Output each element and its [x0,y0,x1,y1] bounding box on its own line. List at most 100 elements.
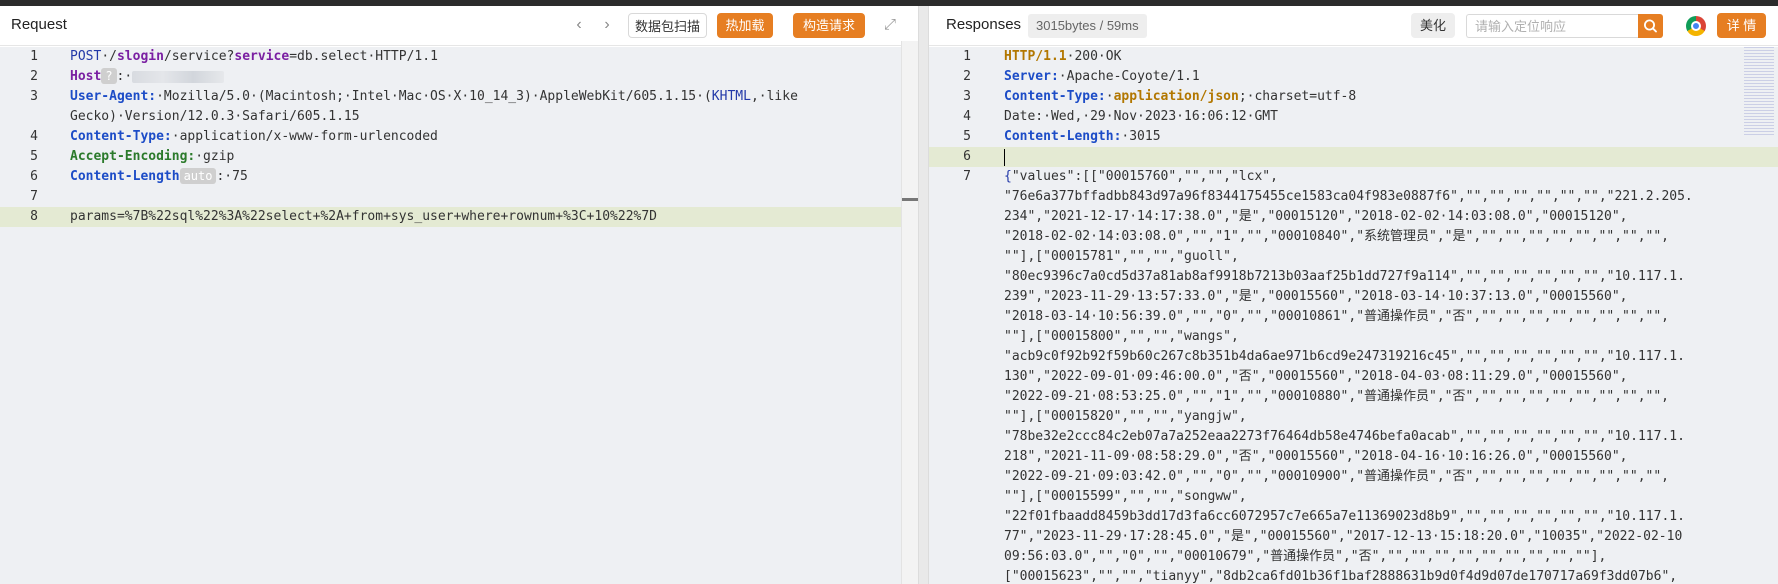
code-line[interactable]: 130","2022-09-01·09:46:00.0","否","000155… [929,367,1778,387]
code-line[interactable]: 4 Content-Type:·application/x-www-form-ur… [0,127,918,147]
code-line[interactable]: 218","2021-11-09·08:58:29.0","否","000155… [929,447,1778,467]
code-line[interactable]: "76e6a377bffadbb843d97a96f8344175455ce15… [929,187,1778,207]
code-token: ""],["00015781","","","guoll", [1004,249,1239,264]
code-line[interactable]: 2 Server:·Apache-Coyote/1.1 [929,67,1778,87]
code-line[interactable]: 1 HTTP/1.1·200·OK [929,47,1778,67]
line-text: "2018-02-02·14:03:08.0","","1","","00010… [1004,227,1669,247]
code-line[interactable]: 2 Host?:· [0,67,918,87]
code-token: HTTP/1.1 [1004,49,1067,64]
line-text: "2022-09-21·08:53:25.0","","1","","00010… [1004,387,1669,407]
code-line[interactable]: ""],["00015800","","","wangs", [929,327,1778,347]
line-text: 218","2021-11-09·08:58:29.0","否","000155… [1004,447,1627,467]
response-code: 1 HTTP/1.1·200·OK 2 Server:·Apache-Coyote/1… [929,47,1778,584]
code-line[interactable]: "2022-09-21·09:03:42.0","","0","","00010… [929,467,1778,487]
code-line[interactable]: ""],["00015599","","","songww", [929,487,1778,507]
search-button[interactable] [1638,14,1663,38]
line-text: {"values":[["00015760","","","lcx", [1004,167,1278,187]
expand-icon[interactable]: ⤢ [881,16,899,34]
code-token: Content-Length [70,169,180,184]
code-line[interactable]: 09:56:03.0","","0","","00010679","普通操作员"… [929,547,1778,567]
code-token: Content-Type: [70,129,172,144]
code-token: :· [116,69,133,84]
code-line[interactable]: 77","2023-11-29·17:28:45.0","是","0001556… [929,527,1778,547]
line-text: "76e6a377bffadbb843d97a96f8344175455ce15… [1004,187,1693,207]
response-size-badge: 3015bytes / 59ms [1028,14,1147,38]
line-text: ""],["00015599","","","songww", [1004,487,1247,507]
line-text: params=%7B%22sql%22%3A%22select+%2A+from… [70,207,657,227]
line-text: Host?:· [70,67,225,87]
beautify-button[interactable]: 美化 [1411,13,1455,38]
request-editor[interactable]: 1 POST·/slogin/service?service=db.select·… [0,47,918,584]
line-text: 130","2022-09-01·09:46:00.0","否","000155… [1004,367,1627,387]
line-text: "78be32e2ccc84c2eb07a7a252eaa2273f76464d… [1004,427,1685,447]
code-line[interactable]: 5 Accept-Encoding:·gzip [0,147,918,167]
back-arrow-icon[interactable]: ‹ [570,16,588,34]
forward-arrow-icon[interactable]: › [598,16,616,34]
code-line[interactable]: 234","2021-12-17·14:17:38.0","是","000151… [929,207,1778,227]
code-line[interactable]: 7 [0,187,918,207]
code-token: 234","2021-12-17·14:17:38.0","是","000151… [1004,209,1628,224]
response-title: Responses [946,16,1022,33]
line-number: 5 [30,149,38,164]
line-text: 77","2023-11-29·17:28:45.0","是","0001556… [1004,527,1682,547]
code-line[interactable]: 6 [929,147,1778,167]
line-number: 1 [963,49,971,64]
line-text: Server:·Apache-Coyote/1.1 [1004,67,1200,87]
details-button[interactable]: 详 情 [1717,13,1766,38]
code-line[interactable]: 6 Content-Length auto:·75 [0,167,918,187]
code-line[interactable]: 1 POST·/slogin/service?service=db.select·… [0,47,918,67]
code-line[interactable]: "22f01fbaadd8459b3dd17d3fa6cc6072957c7e6… [929,507,1778,527]
line-number: 4 [30,129,38,144]
line-text: Content-Type:·application/json;·charset=… [1004,87,1356,107]
redacted-host [132,70,225,83]
code-token: "80ec9396c7a0cd5d37a81ab8af9918b7213b03a… [1004,269,1685,284]
line-number: 4 [963,109,971,124]
code-line[interactable]: ""],["00015820","","","yangjw", [929,407,1778,427]
header-chip[interactable]: auto [179,168,217,184]
code-line[interactable]: "2022-09-21·08:53:25.0","","1","","00010… [929,387,1778,407]
code-line[interactable]: 3 Content-Type:·application/json;·charset… [929,87,1778,107]
request-scroll-thumb[interactable] [902,198,918,201]
line-text: Gecko)·Version/12.0.3·Safari/605.1.15 [70,107,360,127]
line-text: ""],["00015781","","","guoll", [1004,247,1239,267]
code-line[interactable]: "2018-02-02·14:03:08.0","","1","","00010… [929,227,1778,247]
request-title: Request [11,16,67,33]
code-line[interactable]: "78be32e2ccc84c2eb07a7a252eaa2273f76464d… [929,427,1778,447]
line-number: 7 [963,169,971,184]
code-line[interactable]: "acb9c0f92b92f59b60c267c8b351b4da6ae971b… [929,347,1778,367]
hot-load-button[interactable]: 热加载 [717,13,773,38]
code-line[interactable]: 239","2023-11-29·13:57:33.0","是","000155… [929,287,1778,307]
header-chip[interactable]: ? [101,68,117,84]
code-token: POST [70,49,102,64]
pane-splitter[interactable] [918,6,929,584]
code-line[interactable]: "2018-03-14·10:56:39.0","","0","","00010… [929,307,1778,327]
request-scrollbar[interactable] [901,41,918,584]
code-token: slogin [116,49,164,64]
code-line[interactable]: 3 User-Agent:·Mozilla/5.0·(Macintosh;·Int… [0,87,918,107]
response-pane: Responses 3015bytes / 59ms 美化 详 情 1 HTTP/… [929,6,1778,584]
code-token: params=%7B%22sql%22%3A%22select+%2A+from… [70,209,657,224]
code-line[interactable]: Gecko)·Version/12.0.3·Safari/605.1.15 [0,107,918,127]
code-token: "76e6a377bffadbb843d97a96f8344175455ce15… [1004,189,1693,204]
code-token: 130","2022-09-01·09:46:00.0","否","000155… [1004,369,1628,384]
code-line[interactable]: "80ec9396c7a0cd5d37a81ab8af9918b7213b03a… [929,267,1778,287]
code-line[interactable]: ["00015623","","","tianyy","8db2ca6fd01b… [929,567,1778,584]
code-token: Date:·Wed,·29·Nov·2023·16:06:12·GMT [1004,109,1278,124]
line-text: "2022-09-21·09:03:42.0","","0","","00010… [1004,467,1669,487]
chrome-browser-icon[interactable] [1686,16,1706,36]
build-request-button[interactable]: 构造请求 [793,13,865,38]
response-search-input[interactable] [1466,14,1638,38]
code-line[interactable]: 7 {"values":[["00015760","","","lcx", [929,167,1778,187]
line-text: ["00015623","","","tianyy","8db2ca6fd01b… [1004,567,1677,584]
code-token: ""],["00015820","","","yangjw", [1004,409,1247,424]
packet-scan-button[interactable]: 数据包扫描 [628,13,707,38]
code-line[interactable]: 4 Date:·Wed,·29·Nov·2023·16:06:12·GMT [929,107,1778,127]
code-token: ·Apache-Coyote/1.1 [1058,69,1200,84]
response-editor[interactable]: 1 HTTP/1.1·200·OK 2 Server:·Apache-Coyote/1… [929,47,1778,584]
code-line[interactable]: 8 params=%7B%22sql%22%3A%22select+%2A+fro… [0,207,918,227]
code-line[interactable]: ""],["00015781","","","guoll", [929,247,1778,267]
code-line[interactable]: 5 Content-Length:·3015 [929,127,1778,147]
response-minimap[interactable] [1744,47,1774,137]
code-token: · [1105,89,1114,104]
line-text: "2018-03-14·10:56:39.0","","0","","00010… [1004,307,1669,327]
